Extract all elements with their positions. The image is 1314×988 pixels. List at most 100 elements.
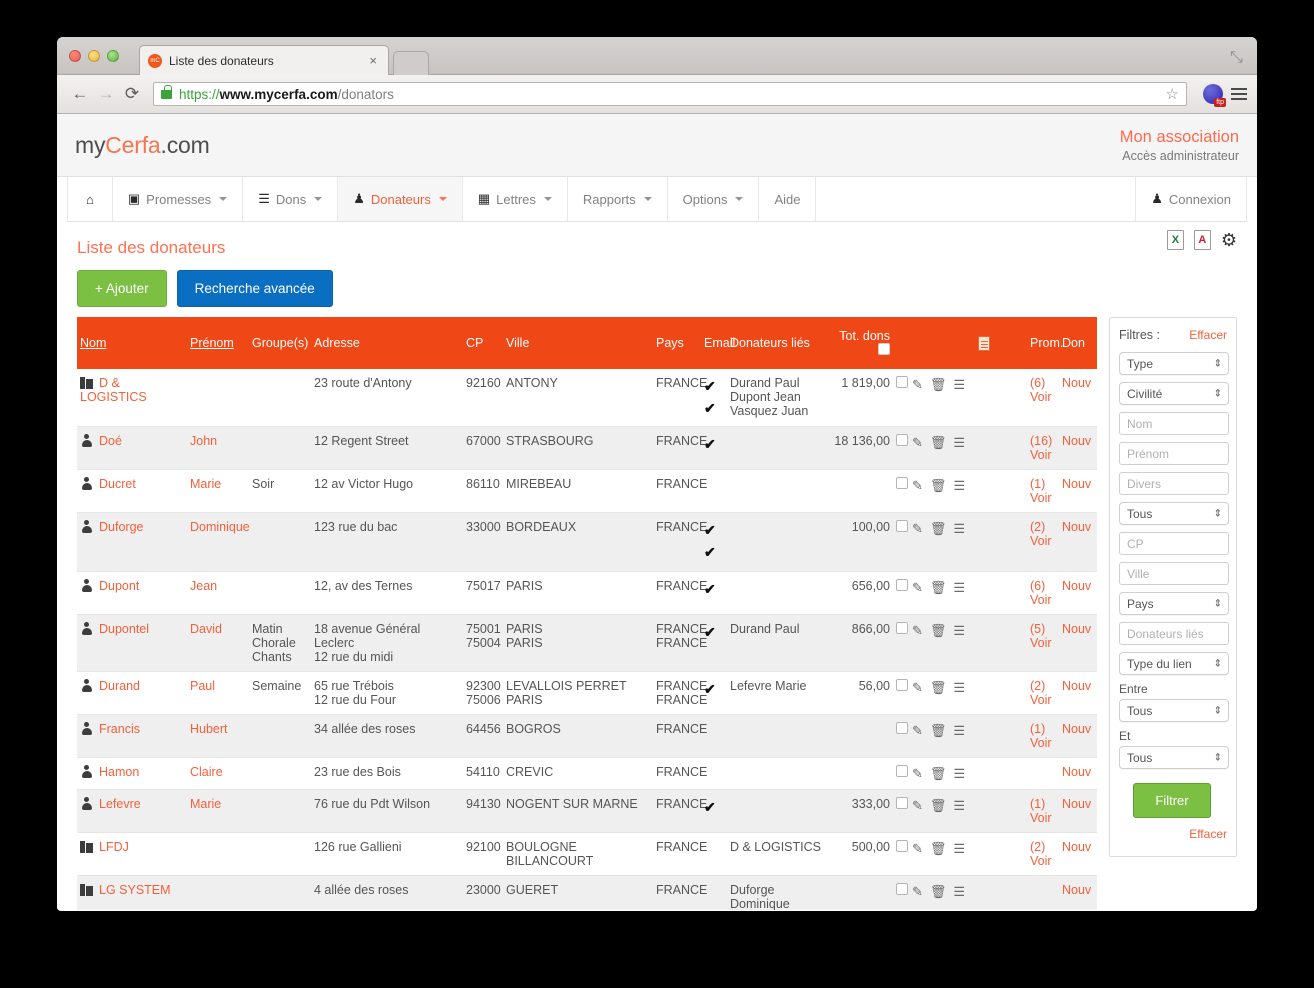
- filters-clear-bottom[interactable]: Effacer: [1119, 827, 1227, 841]
- table-row[interactable]: DupontJean12, av des Ternes75017PARISFRA…: [77, 571, 1097, 614]
- new-don-link[interactable]: Nouv: [1062, 622, 1091, 636]
- promesse-link[interactable]: (16) Voir: [1030, 434, 1052, 462]
- filters-clear-top[interactable]: Effacer: [1189, 328, 1227, 342]
- table-row[interactable]: LFDJ126 rue Gallieni92100BOULOGNE BILLAN…: [77, 832, 1097, 875]
- select-all-checkbox[interactable]: [878, 343, 890, 355]
- donor-firstname-link[interactable]: Hubert: [190, 722, 228, 736]
- row-select-checkbox[interactable]: [896, 579, 908, 591]
- delete-row-icon[interactable]: 🗑: [930, 723, 947, 739]
- table-row[interactable]: DuforgeDominique123 rue du bac33000BORDE…: [77, 513, 1097, 571]
- delete-row-icon[interactable]: 🗑: [930, 841, 947, 857]
- edit-row-icon[interactable]: ✎: [912, 435, 923, 451]
- new-tab-button[interactable]: [393, 51, 429, 75]
- donor-firstname-link[interactable]: David: [190, 622, 222, 636]
- donor-name-link[interactable]: Durand: [99, 679, 140, 693]
- donor-firstname-link[interactable]: Jean: [190, 579, 217, 593]
- ftp-extension-icon[interactable]: [1203, 84, 1223, 104]
- document-row-icon[interactable]: ☰: [953, 841, 965, 857]
- filter-tous[interactable]: Tous: [1119, 502, 1229, 525]
- document-row-icon[interactable]: ☰: [953, 478, 965, 494]
- row-select-checkbox[interactable]: [896, 797, 908, 809]
- promesse-link[interactable]: (5) Voir: [1030, 622, 1052, 650]
- edit-row-icon[interactable]: ✎: [912, 884, 923, 900]
- donor-name-link[interactable]: LFDJ: [99, 840, 129, 854]
- pdf-export-icon[interactable]: A: [1194, 230, 1211, 250]
- filter-submit-button[interactable]: Filtrer: [1133, 783, 1211, 818]
- document-row-icon[interactable]: ☰: [953, 766, 965, 782]
- add-donor-button[interactable]: + Ajouter: [77, 270, 167, 307]
- new-don-link[interactable]: Nouv: [1062, 765, 1091, 779]
- document-row-icon[interactable]: ☰: [953, 884, 965, 900]
- table-row[interactable]: LG SYSTEM4 allée des roses23000GUERETFRA…: [77, 875, 1097, 910]
- filter-cp[interactable]: CP: [1119, 532, 1229, 555]
- promesse-link[interactable]: (2) Voir: [1030, 520, 1052, 548]
- delete-row-icon[interactable]: 🗑: [930, 377, 947, 393]
- row-select-checkbox[interactable]: [896, 679, 908, 691]
- delete-row-icon[interactable]: 🗑: [930, 766, 947, 782]
- promesse-link[interactable]: (6) Voir: [1030, 579, 1052, 607]
- table-row[interactable]: DucretMarieSoir12 av Victor Hugo86110MIR…: [77, 470, 1097, 513]
- promesse-link[interactable]: (1) Voir: [1030, 477, 1052, 505]
- edit-row-icon[interactable]: ✎: [912, 723, 923, 739]
- donor-name-link[interactable]: Ducret: [99, 477, 136, 491]
- edit-row-icon[interactable]: ✎: [912, 680, 923, 696]
- promesse-link[interactable]: (2) Voir: [1030, 840, 1052, 868]
- donor-name-link[interactable]: Francis: [99, 722, 140, 736]
- document-row-icon[interactable]: ☰: [953, 521, 965, 537]
- donor-name-link[interactable]: Hamon: [99, 765, 139, 779]
- donor-firstname-link[interactable]: John: [190, 434, 217, 448]
- filter-entre[interactable]: Tous: [1119, 699, 1229, 722]
- document-row-icon[interactable]: ☰: [953, 623, 965, 639]
- new-don-link[interactable]: Nouv: [1062, 797, 1091, 811]
- filter-et[interactable]: Tous: [1119, 746, 1229, 769]
- column-header-prenom[interactable]: Prénom: [187, 317, 249, 369]
- delete-row-icon[interactable]: 🗑: [930, 623, 947, 639]
- table-row[interactable]: DurandPaulSemaine65 rue Trébois12 rue du…: [77, 671, 1097, 714]
- browser-tab[interactable]: mC Liste des donateurs ×: [139, 45, 389, 75]
- nav-item-promesses[interactable]: ▣Promesses: [113, 177, 243, 221]
- filter-type[interactable]: Type: [1119, 352, 1229, 375]
- row-select-checkbox[interactable]: [896, 477, 908, 489]
- tab-close-icon[interactable]: ×: [366, 53, 380, 68]
- nav-item-aide[interactable]: Aide: [759, 177, 816, 221]
- filter-type-du-lien[interactable]: Type du lien: [1119, 652, 1229, 675]
- table-row[interactable]: FrancisHubert34 allée des roses64456BOGR…: [77, 714, 1097, 757]
- new-don-link[interactable]: Nouv: [1062, 679, 1091, 693]
- edit-row-icon[interactable]: ✎: [912, 580, 923, 596]
- filter-prenom[interactable]: Prénom: [1119, 442, 1229, 465]
- filter-donateurs-lies[interactable]: Donateurs liés: [1119, 622, 1229, 645]
- nav-item-dons[interactable]: ☰Dons: [243, 177, 338, 221]
- donor-firstname-link[interactable]: Dominique: [190, 520, 250, 534]
- table-row[interactable]: DoéJohn12 Regent Street67000STRASBOURGFR…: [77, 427, 1097, 470]
- zoom-window-button[interactable]: [107, 50, 119, 62]
- back-button[interactable]: ←: [67, 84, 93, 104]
- row-select-checkbox[interactable]: [896, 840, 908, 852]
- new-don-link[interactable]: Nouv: [1062, 840, 1091, 854]
- filter-divers[interactable]: Divers: [1119, 472, 1229, 495]
- delete-row-icon[interactable]: 🗑: [930, 884, 947, 900]
- table-row[interactable]: DupontelDavidMatinChoraleChants18 avenue…: [77, 614, 1097, 671]
- delete-row-icon[interactable]: 🗑: [930, 580, 947, 596]
- nav-item-lettres[interactable]: ▦Lettres: [463, 177, 568, 221]
- document-row-icon[interactable]: ☰: [953, 580, 965, 596]
- settings-gear-icon[interactable]: ⚙: [1221, 230, 1237, 250]
- edit-row-icon[interactable]: ✎: [912, 478, 923, 494]
- document-header-icon[interactable]: [978, 336, 990, 351]
- reload-button[interactable]: ⟳: [119, 84, 145, 104]
- browser-menu-icon[interactable]: [1231, 85, 1247, 103]
- donor-firstname-link[interactable]: Claire: [190, 765, 223, 779]
- new-don-link[interactable]: Nouv: [1062, 376, 1091, 390]
- new-don-link[interactable]: Nouv: [1062, 434, 1091, 448]
- donor-name-link[interactable]: Duforge: [99, 520, 143, 534]
- new-don-link[interactable]: Nouv: [1062, 883, 1091, 897]
- promesse-link[interactable]: (1) Voir: [1030, 797, 1052, 825]
- document-row-icon[interactable]: ☰: [953, 680, 965, 696]
- site-logo[interactable]: myCerfa.com: [75, 132, 210, 159]
- row-select-checkbox[interactable]: [896, 434, 908, 446]
- edit-row-icon[interactable]: ✎: [912, 521, 923, 537]
- column-header-nom[interactable]: Nom: [77, 317, 187, 369]
- edit-row-icon[interactable]: ✎: [912, 766, 923, 782]
- window-controls[interactable]: [69, 50, 119, 62]
- filter-pays[interactable]: Pays: [1119, 592, 1229, 615]
- donor-firstname-link[interactable]: Marie: [190, 797, 221, 811]
